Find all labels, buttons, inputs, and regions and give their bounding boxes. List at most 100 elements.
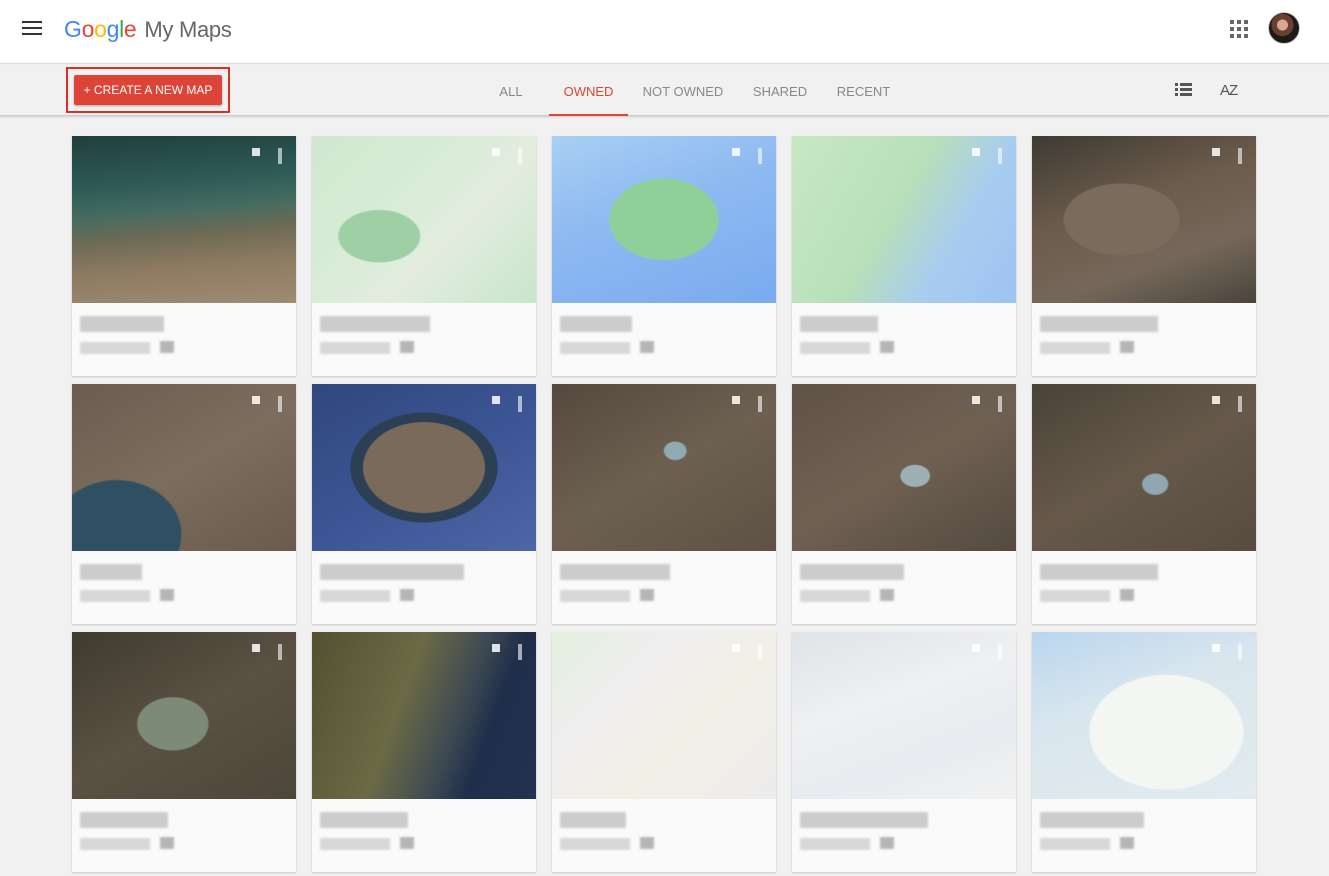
share-icon[interactable] bbox=[732, 644, 740, 652]
map-date bbox=[1040, 838, 1110, 850]
map-card[interactable] bbox=[552, 384, 776, 624]
share-icon[interactable] bbox=[492, 644, 500, 652]
more-options-icon[interactable] bbox=[998, 644, 1002, 660]
share-icon[interactable] bbox=[1212, 148, 1220, 156]
more-options-icon[interactable] bbox=[518, 396, 522, 412]
more-options-icon[interactable] bbox=[998, 396, 1002, 412]
tab-recent[interactable]: RECENT bbox=[830, 65, 897, 116]
sort-az-icon[interactable]: AZ bbox=[1220, 82, 1238, 99]
map-thumbnail[interactable] bbox=[72, 632, 296, 799]
map-thumbnail[interactable] bbox=[1032, 136, 1256, 303]
map-date bbox=[560, 590, 630, 602]
map-thumbnail[interactable] bbox=[1032, 632, 1256, 799]
map-date bbox=[80, 838, 150, 850]
map-card[interactable] bbox=[792, 384, 1016, 624]
map-thumbnail[interactable] bbox=[792, 632, 1016, 799]
more-options-icon[interactable] bbox=[278, 644, 282, 660]
map-card[interactable] bbox=[1032, 632, 1256, 872]
map-card[interactable] bbox=[792, 632, 1016, 872]
share-icon[interactable] bbox=[252, 396, 260, 404]
more-options-icon[interactable] bbox=[1238, 644, 1242, 660]
more-options-icon[interactable] bbox=[1238, 148, 1242, 164]
map-thumbnail[interactable] bbox=[312, 632, 536, 799]
thumbnail-actions bbox=[732, 148, 762, 169]
map-card[interactable] bbox=[312, 384, 536, 624]
more-options-icon[interactable] bbox=[278, 148, 282, 164]
tab-owned[interactable]: OWNED bbox=[549, 65, 628, 116]
share-icon[interactable] bbox=[972, 644, 980, 652]
more-options-icon[interactable] bbox=[518, 644, 522, 660]
share-icon[interactable] bbox=[972, 148, 980, 156]
logo-letter: e bbox=[123, 16, 137, 42]
map-thumbnail[interactable] bbox=[792, 384, 1016, 551]
more-options-icon[interactable] bbox=[758, 396, 762, 412]
more-options-icon[interactable] bbox=[1238, 396, 1242, 412]
map-thumbnail[interactable] bbox=[792, 136, 1016, 303]
top-app-bar: Google My Maps bbox=[0, 0, 1329, 64]
map-title bbox=[560, 812, 626, 828]
share-icon[interactable] bbox=[492, 148, 500, 156]
google-apps-icon[interactable] bbox=[1230, 20, 1248, 38]
map-card[interactable] bbox=[72, 384, 296, 624]
map-card[interactable] bbox=[72, 136, 296, 376]
create-new-map-button[interactable]: + CREATE A NEW MAP bbox=[74, 75, 222, 105]
thumbnail-actions bbox=[972, 148, 1002, 169]
share-icon[interactable] bbox=[1212, 396, 1220, 404]
app-logo[interactable]: Google My Maps bbox=[64, 16, 232, 43]
tab-shared[interactable]: SHARED bbox=[745, 65, 815, 116]
visibility-icon bbox=[640, 589, 654, 601]
more-options-icon[interactable] bbox=[758, 148, 762, 164]
thumbnail-actions bbox=[252, 396, 282, 417]
share-icon[interactable] bbox=[492, 396, 500, 404]
visibility-icon bbox=[160, 837, 174, 849]
more-options-icon[interactable] bbox=[758, 644, 762, 660]
map-thumbnail[interactable] bbox=[312, 384, 536, 551]
map-thumbnail[interactable] bbox=[72, 136, 296, 303]
tab-not-owned[interactable]: NOT OWNED bbox=[639, 65, 727, 116]
map-card[interactable] bbox=[1032, 384, 1256, 624]
share-icon[interactable] bbox=[972, 396, 980, 404]
map-thumbnail[interactable] bbox=[1032, 384, 1256, 551]
map-card[interactable] bbox=[552, 136, 776, 376]
map-thumbnail[interactable] bbox=[312, 136, 536, 303]
map-title bbox=[1040, 316, 1158, 332]
share-icon[interactable] bbox=[252, 644, 260, 652]
map-date bbox=[80, 342, 150, 354]
map-thumbnail[interactable] bbox=[552, 384, 776, 551]
logo-letter: o bbox=[94, 16, 107, 42]
map-card[interactable] bbox=[552, 632, 776, 872]
map-title bbox=[320, 812, 408, 828]
map-card[interactable] bbox=[312, 136, 536, 376]
share-icon[interactable] bbox=[732, 396, 740, 404]
map-card[interactable] bbox=[1032, 136, 1256, 376]
map-date bbox=[320, 342, 390, 354]
visibility-icon bbox=[880, 341, 894, 353]
more-options-icon[interactable] bbox=[518, 148, 522, 164]
share-icon[interactable] bbox=[252, 148, 260, 156]
more-options-icon[interactable] bbox=[998, 148, 1002, 164]
map-card[interactable] bbox=[72, 632, 296, 872]
share-icon[interactable] bbox=[732, 148, 740, 156]
map-title bbox=[320, 316, 430, 332]
map-date bbox=[800, 590, 870, 602]
map-card[interactable] bbox=[312, 632, 536, 872]
visibility-icon bbox=[1120, 341, 1134, 353]
list-view-icon[interactable] bbox=[1175, 83, 1192, 97]
main-menu-icon[interactable] bbox=[22, 21, 42, 37]
map-title bbox=[800, 812, 928, 828]
logo-letter: g bbox=[106, 16, 120, 42]
map-thumbnail[interactable] bbox=[72, 384, 296, 551]
more-options-icon[interactable] bbox=[278, 396, 282, 412]
map-date bbox=[320, 590, 390, 602]
thumbnail-actions bbox=[252, 644, 282, 665]
visibility-icon bbox=[1120, 837, 1134, 849]
map-card[interactable] bbox=[792, 136, 1016, 376]
account-avatar[interactable] bbox=[1268, 12, 1300, 44]
map-thumbnail[interactable] bbox=[552, 136, 776, 303]
visibility-icon bbox=[400, 837, 414, 849]
logo-letter: o bbox=[81, 16, 95, 42]
tab-all[interactable]: ALL bbox=[491, 65, 531, 116]
share-icon[interactable] bbox=[1212, 644, 1220, 652]
map-date bbox=[80, 590, 150, 602]
map-thumbnail[interactable] bbox=[552, 632, 776, 799]
